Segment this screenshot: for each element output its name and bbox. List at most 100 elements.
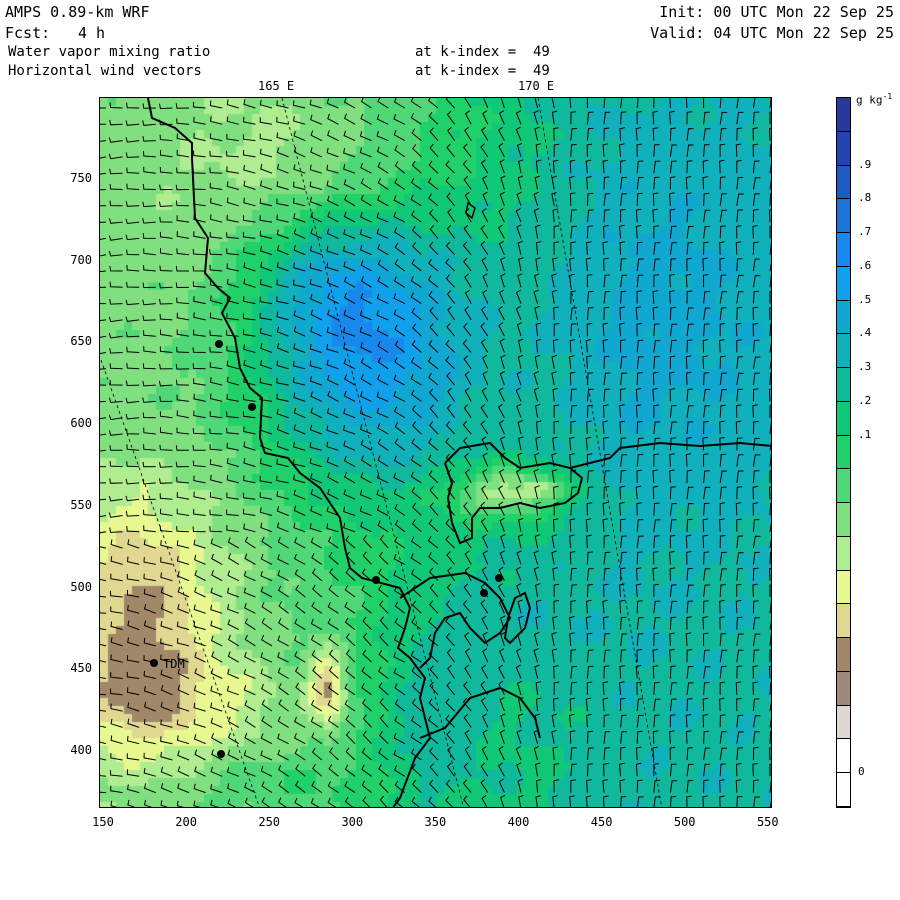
wind-barb bbox=[752, 322, 759, 337]
wind-barb bbox=[126, 183, 140, 190]
wind-barb bbox=[394, 340, 406, 353]
wind-barb bbox=[292, 377, 306, 386]
wind-barb bbox=[144, 603, 156, 614]
wind-barb bbox=[260, 733, 273, 745]
wind-barb bbox=[100, 237, 107, 240]
wind-barb bbox=[192, 347, 206, 353]
wind-barb bbox=[260, 586, 273, 598]
wind-barb bbox=[769, 701, 771, 712]
wind-barb bbox=[310, 130, 323, 142]
wind-barb bbox=[293, 392, 306, 402]
wind-barb bbox=[603, 665, 610, 679]
wind-barb bbox=[769, 98, 771, 109]
wind-barb bbox=[752, 420, 759, 435]
wind-barb bbox=[735, 241, 742, 255]
wind-barb bbox=[446, 648, 455, 663]
meridian-line-170e bbox=[537, 98, 663, 807]
wind-barb bbox=[260, 343, 273, 353]
wind-barb bbox=[226, 411, 239, 419]
wind-barb bbox=[412, 600, 422, 614]
wind-barb bbox=[569, 616, 575, 630]
wind-barb bbox=[359, 408, 372, 419]
wind-barb bbox=[276, 132, 289, 142]
wind-barb bbox=[735, 420, 742, 435]
wind-barb bbox=[429, 225, 439, 239]
wind-barb bbox=[428, 193, 439, 207]
wind-barb bbox=[125, 234, 140, 241]
wind-barb bbox=[328, 649, 339, 663]
wind-barb bbox=[394, 422, 406, 435]
longitude-lines bbox=[100, 98, 663, 807]
wind-barb bbox=[326, 277, 339, 288]
wind-barb bbox=[108, 495, 123, 502]
wind-barb bbox=[533, 566, 540, 581]
wind-barb bbox=[176, 492, 190, 500]
station-dot bbox=[372, 576, 380, 584]
wind-barb bbox=[394, 161, 406, 174]
wind-barb bbox=[635, 127, 642, 141]
wind-barb bbox=[127, 637, 140, 647]
wind-barb bbox=[159, 363, 173, 370]
wind-barb bbox=[226, 99, 239, 109]
wind-barb bbox=[551, 648, 558, 663]
wind-barb bbox=[226, 427, 239, 435]
wind-barb bbox=[703, 779, 709, 793]
wind-barb bbox=[259, 99, 273, 109]
wind-barb bbox=[464, 387, 472, 402]
wind-barb bbox=[719, 420, 725, 435]
colorbar-label: .4 bbox=[858, 326, 872, 340]
wind-barb bbox=[379, 632, 389, 647]
wind-barb bbox=[603, 111, 611, 125]
wind-barb bbox=[309, 164, 322, 174]
wind-barb bbox=[534, 354, 541, 369]
wind-barb bbox=[309, 278, 322, 288]
wind-barb bbox=[635, 404, 642, 418]
init-time: Init: 00 UTC Mon 22 Sep 25 bbox=[659, 3, 894, 21]
wind-barb bbox=[463, 175, 472, 190]
wind-barb bbox=[429, 763, 439, 777]
wind-barb bbox=[603, 535, 610, 549]
wind-barb bbox=[702, 795, 708, 807]
wind-barb bbox=[535, 518, 542, 532]
wind-barb bbox=[360, 276, 372, 288]
wind-barb bbox=[551, 632, 557, 646]
wind-barb bbox=[194, 668, 206, 679]
wind-barb bbox=[326, 98, 339, 109]
wind-barb bbox=[329, 747, 339, 761]
wind-barb bbox=[619, 762, 625, 777]
wind-barb bbox=[586, 632, 593, 646]
wind-barb bbox=[719, 616, 725, 630]
wind-barb bbox=[719, 323, 726, 337]
wind-barb bbox=[126, 264, 140, 272]
wind-barb bbox=[481, 208, 489, 223]
wind-barb bbox=[192, 248, 206, 256]
wind-barb bbox=[293, 131, 306, 142]
wind-barb bbox=[310, 488, 323, 500]
wind-barb bbox=[344, 699, 356, 712]
wind-barb bbox=[752, 470, 760, 483]
wind-barb bbox=[669, 421, 677, 435]
colorbar-units: g kg-1 bbox=[856, 92, 892, 107]
wind-barb bbox=[736, 193, 744, 206]
wind-barb bbox=[376, 489, 389, 500]
wind-barb bbox=[636, 469, 642, 483]
wind-barb bbox=[100, 466, 107, 468]
wind-barb bbox=[669, 323, 677, 337]
wind-barb bbox=[570, 225, 578, 239]
wind-barb bbox=[553, 779, 560, 793]
wind-barb bbox=[586, 713, 592, 728]
wind-barb bbox=[126, 428, 140, 435]
wind-barb bbox=[719, 747, 728, 761]
wind-barb bbox=[142, 397, 156, 403]
wind-barb bbox=[669, 306, 676, 320]
wind-barb bbox=[226, 509, 239, 516]
wind-barb bbox=[310, 634, 323, 647]
wind-barb bbox=[100, 643, 107, 647]
wind-barb bbox=[463, 436, 472, 451]
wind-barb bbox=[669, 110, 675, 125]
wind-barb bbox=[292, 181, 306, 190]
wind-barb bbox=[446, 583, 456, 598]
wind-barb bbox=[359, 131, 372, 142]
wind-barb bbox=[463, 795, 471, 807]
wind-barb bbox=[686, 486, 694, 500]
